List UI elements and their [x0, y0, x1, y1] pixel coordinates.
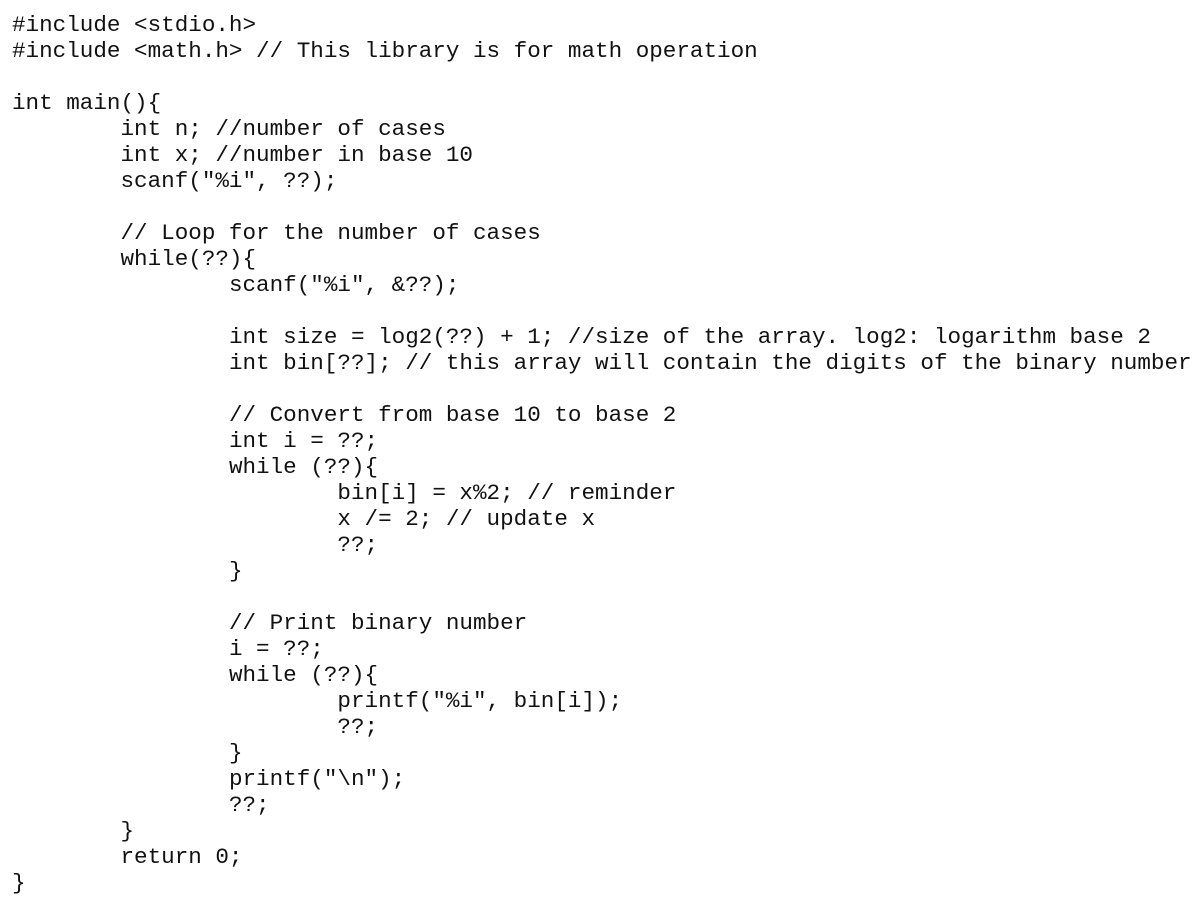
code-text: // Print binary number [228, 610, 528, 636]
code-text: // Loop for the number of cases [120, 220, 541, 246]
code-text: } [228, 740, 243, 766]
code-line: bin[i] = x%2; // reminder [12, 480, 1192, 506]
code-text: ??; [337, 714, 379, 740]
code-text: return 0; [120, 844, 243, 870]
code-line: printf("\n"); [12, 766, 1192, 792]
code-line: ??; [12, 714, 1192, 740]
code-line: int n; //number of cases [12, 116, 1192, 142]
code-line: // Loop for the number of cases [12, 220, 1192, 246]
code-line: while (??){ [12, 454, 1192, 480]
code-line: printf("%i", bin[i]); [12, 688, 1192, 714]
code-text: scanf("%i", &??); [228, 272, 460, 298]
code-line: } [12, 558, 1192, 584]
code-line: int i = ??; [12, 428, 1192, 454]
code-text: while (??){ [228, 454, 379, 480]
code-line: // Print binary number [12, 610, 1192, 636]
code-line: int main(){ [12, 90, 1192, 116]
code-line: x /= 2; // update x [12, 506, 1192, 532]
code-text: printf("%i", bin[i]); [337, 688, 623, 714]
code-line: ??; [12, 532, 1192, 558]
code-text: int n; //number of cases [120, 116, 446, 142]
code-line: #include <stdio.h> [12, 12, 1192, 38]
code-line: int size = log2(??) + 1; //size of the a… [12, 324, 1192, 350]
code-text: printf("\n"); [228, 766, 406, 792]
code-listing: #include <stdio.h> #include <math.h> // T… [12, 12, 1192, 896]
code-line: ??; [12, 792, 1192, 818]
code-line: // Convert from base 10 to base 2 [12, 402, 1192, 428]
code-text: while (??){ [228, 662, 379, 688]
code-text: int bin[??]; // this array will contain … [228, 350, 1192, 376]
code-text: while(??){ [120, 246, 257, 272]
code-text: scanf("%i", ??); [120, 168, 338, 194]
code-line: int x; //number in base 10 [12, 142, 1192, 168]
code-line: #include <math.h> // This library is for… [12, 38, 1192, 64]
code-text: } [120, 818, 135, 844]
code-text: ??; [337, 532, 379, 558]
code-text: int i = ??; [228, 428, 379, 454]
code-line: while (??){ [12, 662, 1192, 688]
code-line: while(??){ [12, 246, 1192, 272]
code-text: bin[i] = x%2; // reminder [337, 480, 677, 506]
code-text: } [228, 558, 243, 584]
code-line: return 0; [12, 844, 1192, 870]
code-text: #include <stdio.h> [12, 12, 257, 38]
code-text: ??; [228, 792, 270, 818]
code-line: } [12, 818, 1192, 844]
code-text: // Convert from base 10 to base 2 [228, 402, 677, 428]
code-line: scanf("%i", ??); [12, 168, 1192, 194]
code-text: int x; //number in base 10 [120, 142, 473, 168]
code-line: scanf("%i", &??); [12, 272, 1192, 298]
code-line: i = ??; [12, 636, 1192, 662]
code-text: i = ??; [228, 636, 324, 662]
code-text: } [12, 870, 26, 896]
code-line: int bin[??]; // this array will contain … [12, 350, 1192, 376]
code-line: } [12, 870, 1192, 896]
code-text: int size = log2(??) + 1; //size of the a… [228, 324, 1151, 350]
code-line: } [12, 740, 1192, 766]
code-text: #include <math.h> // This library is for… [12, 38, 758, 64]
code-text: x /= 2; // update x [337, 506, 596, 532]
code-text: int main(){ [12, 90, 162, 116]
